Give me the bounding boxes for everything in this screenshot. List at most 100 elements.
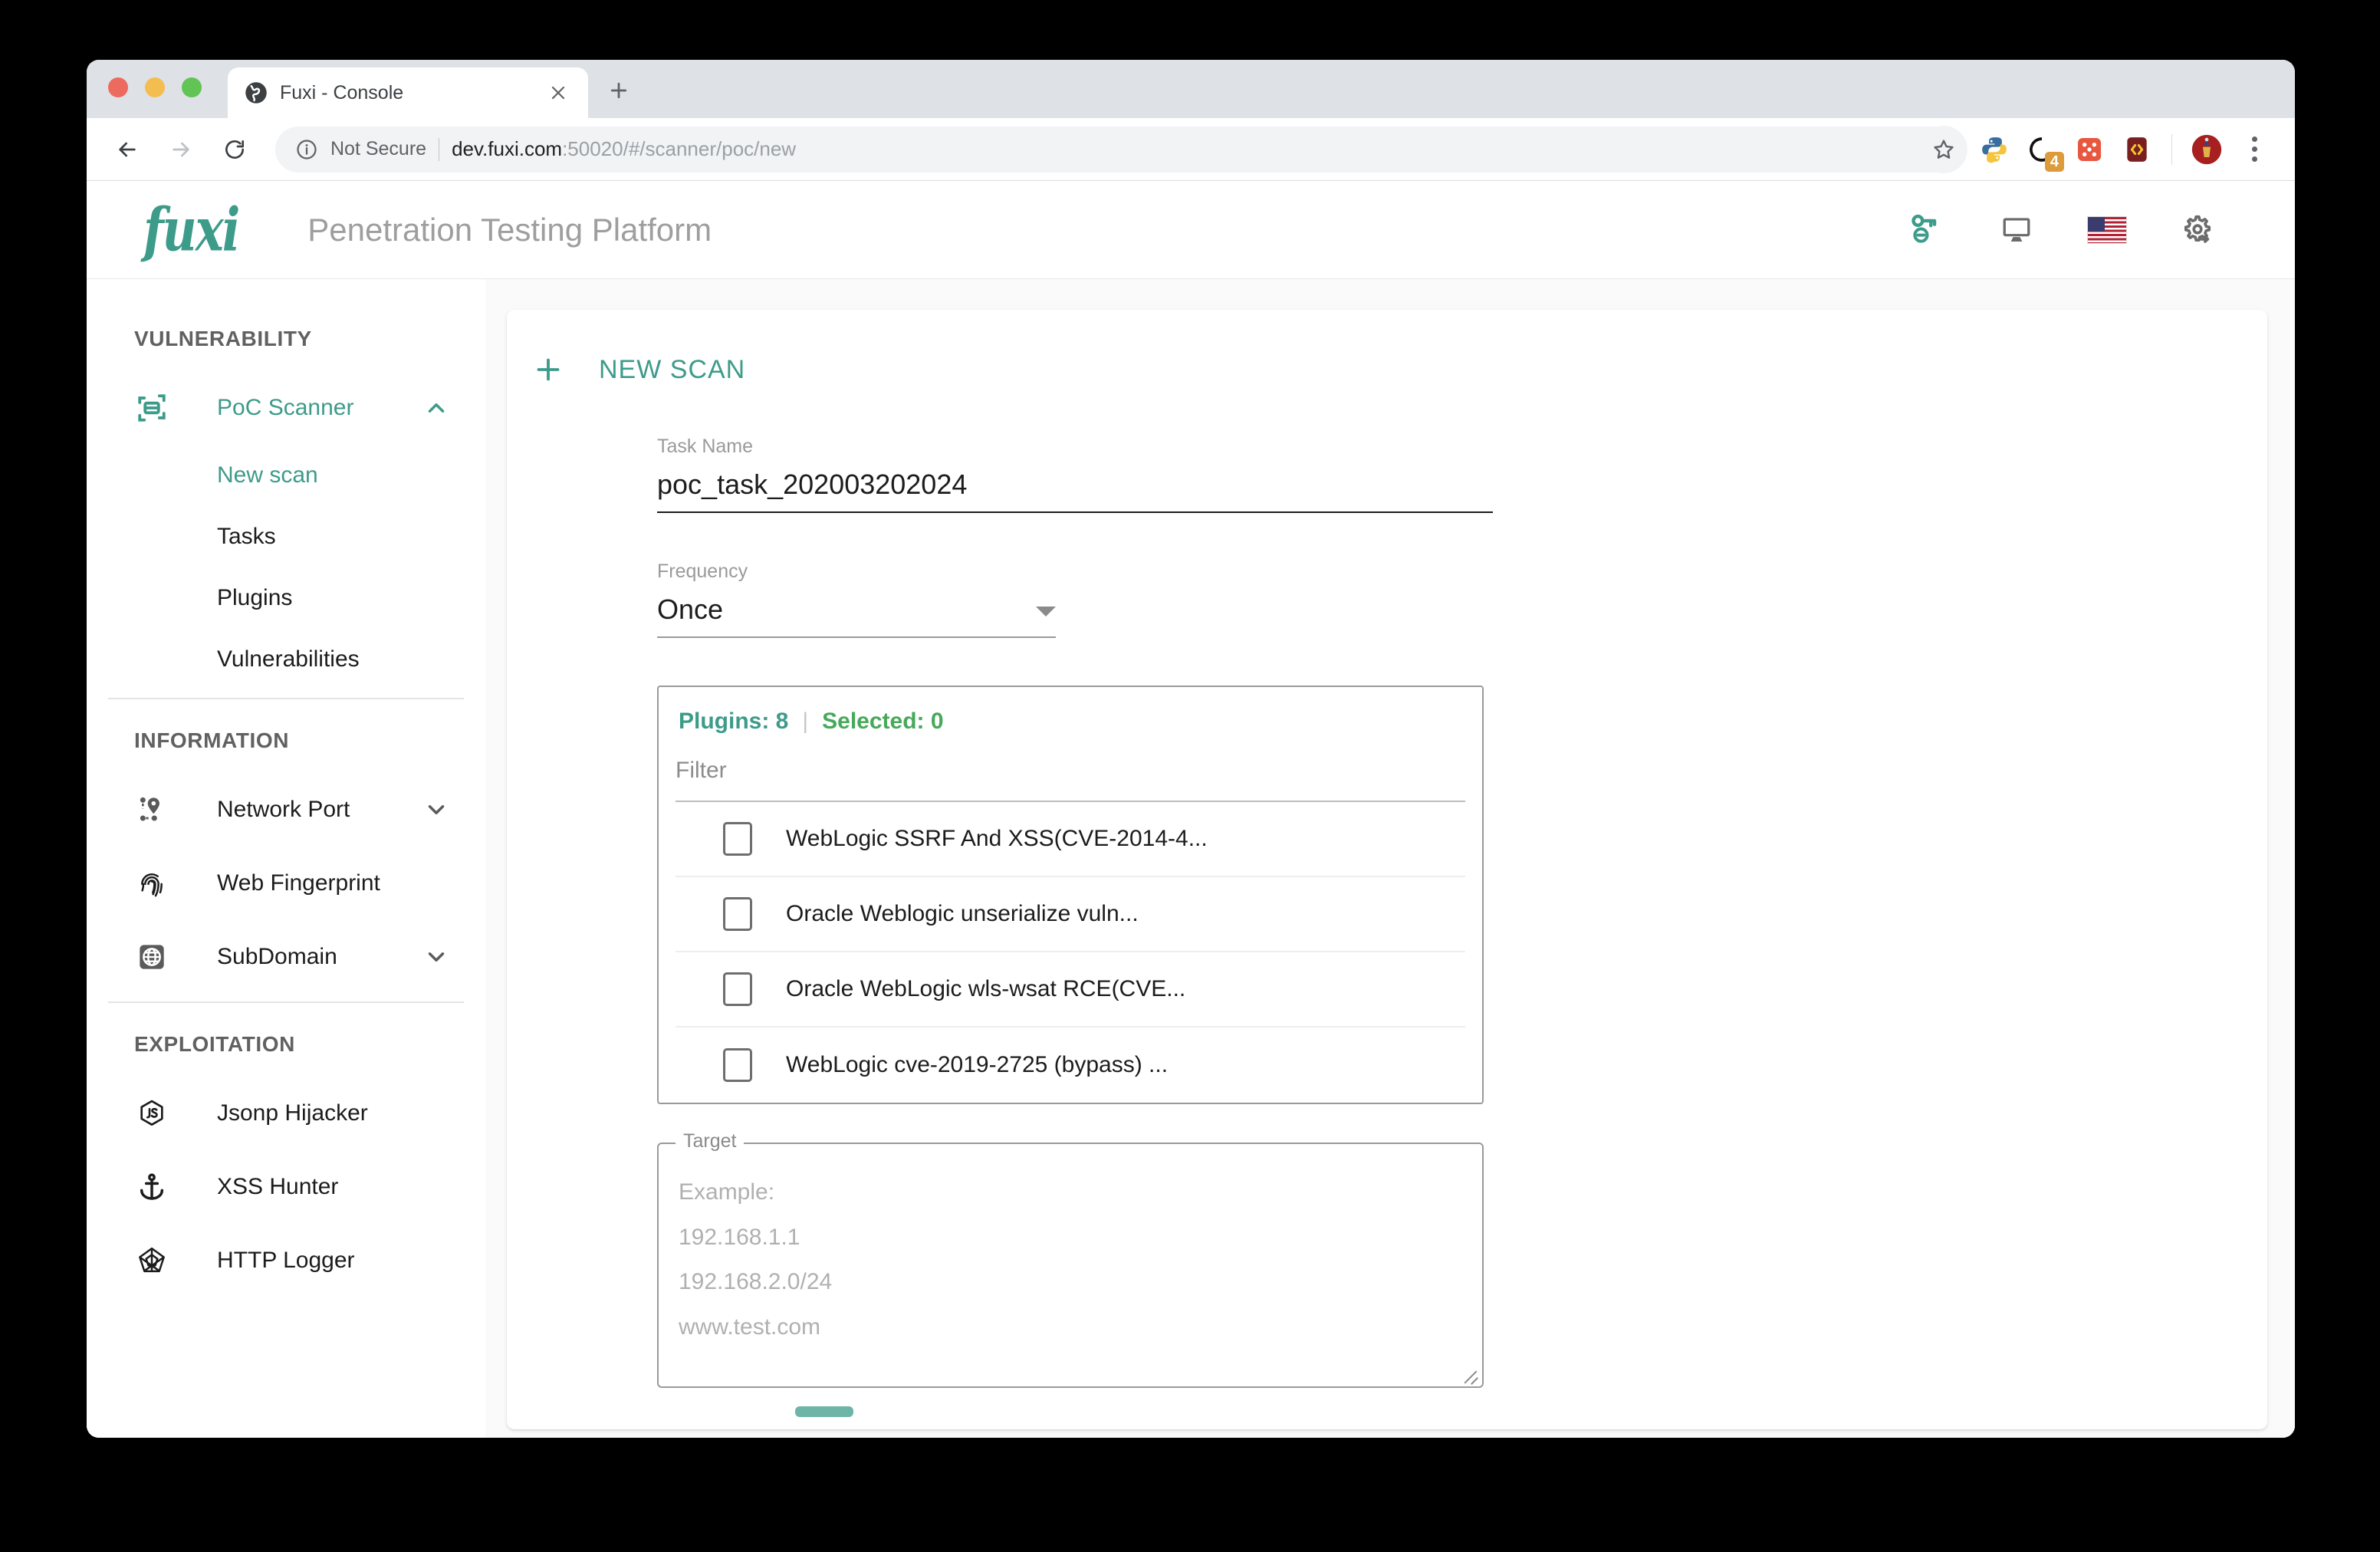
sidebar-item-label: Network Port [217,797,350,822]
target-placeholder-line: 192.168.1.1 [679,1224,800,1250]
plugin-checkbox[interactable] [723,1048,752,1082]
close-window-button[interactable] [108,77,128,97]
sidebar-item-poc-scanner[interactable]: PoC Scanner [87,371,485,445]
reload-icon[interactable] [211,126,258,173]
plugin-row[interactable]: WebLogic SSRF And XSS(CVE-2014-4... [676,802,1465,877]
star-icon[interactable] [1920,125,1967,173]
task-name-field[interactable]: Task Name poc_task_202003202024 [657,436,1493,513]
frequency-label: Frequency [657,561,748,582]
sidebar-item-label: SubDomain [217,944,337,969]
sidebar-item-plugins[interactable]: Plugins [87,567,485,629]
sidebar-item-label: HTTP Logger [217,1248,355,1273]
sidebar-item-jsonp-hijacker[interactable]: Jsonp Hijacker [87,1077,485,1150]
sidebar-item-web-fingerprint[interactable]: Web Fingerprint [87,847,485,920]
target-textarea[interactable]: Example: 192.168.1.1 192.168.2.0/24 www.… [679,1170,1462,1350]
flag-graphic [2087,215,2127,244]
sidebar-section-information: INFORMATION [134,728,290,752]
plugin-row[interactable]: Oracle WebLogic wls-wsat RCE(CVE... [676,952,1465,1028]
new-scan-card: NEW SCAN Task Name poc_task_202003202024… [507,310,2267,1429]
network-nodes-icon [134,792,169,827]
app-logo[interactable]: fuxi [143,195,240,265]
toolbar-divider [2171,133,2172,165]
app-body: VULNERABILITY PoC Scanner New scan Tasks [87,279,2295,1438]
js-hexagon-icon [134,1096,169,1131]
python-extension-icon[interactable] [1974,129,2015,170]
plugins-summary: Plugins: 8 | Selected: 0 [659,687,1482,755]
sidebar-section-vulnerability: VULNERABILITY [134,327,312,350]
chevron-down-icon[interactable] [421,942,452,972]
sidebar-item-label: Jsonp Hijacker [217,1100,368,1126]
maximize-window-button[interactable] [182,77,202,97]
chevron-down-icon[interactable] [421,794,452,825]
dice-extension-icon[interactable] [2069,129,2110,170]
anchor-icon [134,1169,169,1205]
url-path: :50020/#/scanner/poc/new [562,137,797,160]
main-content: NEW SCAN Task Name poc_task_202003202024… [485,279,2295,1438]
chevron-up-icon[interactable] [421,393,452,423]
plugin-name: WebLogic cve-2019-2725 (bypass) ... [786,1052,1169,1077]
sidebar-item-tasks[interactable]: Tasks [87,506,485,567]
plugin-row[interactable]: WebLogic cve-2019-2725 (bypass) ... [676,1028,1465,1103]
sidebar-item-new-scan[interactable]: New scan [87,445,485,506]
task-name-value: poc_task_202003202024 [657,469,968,500]
plugin-row[interactable]: Oracle Weblogic unserialize vuln... [676,877,1465,952]
plugin-name: Oracle WebLogic wls-wsat RCE(CVE... [786,976,1186,1001]
sidebar-item-network-port[interactable]: Network Port [87,773,485,847]
fingerprint-icon [134,866,169,901]
globe-icon [245,81,268,104]
content-scroll-gutter[interactable] [2275,279,2295,1438]
target-placeholder-line: 192.168.2.0/24 [679,1269,833,1294]
close-icon[interactable] [545,80,571,106]
key-link-icon[interactable] [1881,193,1971,267]
sidebar-item-label: Web Fingerprint [217,870,380,896]
sidebar-item-vulnerabilities[interactable]: Vulnerabilities [87,629,485,690]
target-legend: Target [676,1130,745,1152]
app-viewport: fuxi Penetration Testing Platform VULNER… [87,181,2295,1438]
sidebar-divider [108,1001,464,1003]
page-title: Penetration Testing Platform [307,211,712,248]
plugin-checkbox[interactable] [723,822,752,856]
task-name-input[interactable]: poc_task_202003202024 [657,469,1493,513]
quickcheck-extension-icon[interactable]: 4 [2021,129,2064,172]
profile-avatar-icon[interactable] [2186,129,2227,170]
address-bar[interactable]: Not Secure dev.fuxi.com:50020/#/scanner/… [275,126,1958,173]
resize-handle-icon[interactable] [1461,1365,1479,1383]
browser-tab[interactable]: Fuxi - Console [228,67,588,118]
window-controls [108,60,202,118]
sidebar-item-http-logger[interactable]: HTTP Logger [87,1224,485,1297]
plugins-selected-count: Selected: 0 [822,709,944,734]
plugin-checkbox[interactable] [723,972,752,1006]
minimize-window-button[interactable] [145,77,165,97]
sidebar-item-xss-hunter[interactable]: XSS Hunter [87,1150,485,1224]
frequency-value: Once [657,594,724,625]
app-header: fuxi Penetration Testing Platform [87,181,2295,279]
tab-title: Fuxi - Console [280,81,404,104]
info-circle-icon[interactable] [295,138,318,161]
sidebar-item-label: XSS Hunter [217,1174,339,1199]
sidebar-item-subdomain[interactable]: SubDomain [87,920,485,994]
url-host: dev.fuxi.com [452,137,563,160]
forward-arrow-icon [157,126,205,173]
dropdown-caret-icon[interactable] [1036,607,1056,617]
code-brackets-extension-icon[interactable] [2116,129,2158,170]
frequency-field[interactable]: Frequency Once [657,561,1056,638]
scan-frame-icon [134,390,169,426]
card-header: NEW SCAN [507,340,2267,386]
target-field[interactable]: Target Example: 192.168.1.1 192.168.2.0/… [657,1130,1484,1388]
globe-square-icon [134,939,169,975]
monitor-icon[interactable] [1971,193,2062,267]
settings-gear-icon[interactable] [2152,193,2243,267]
plugins-filter-input[interactable]: Filter [676,755,1465,802]
sidebar-section-exploitation: EXPLOITATION [134,1032,295,1056]
us-flag-icon[interactable] [2062,193,2152,267]
plus-icon[interactable] [531,353,565,386]
plugin-name: Oracle Weblogic unserialize vuln... [786,901,1139,926]
plugin-checkbox[interactable] [723,897,752,931]
frequency-select[interactable]: Once [657,594,1056,638]
submit-button[interactable] [795,1406,853,1417]
back-arrow-icon[interactable] [104,126,151,173]
new-tab-button[interactable] [602,74,636,107]
header-actions [1881,193,2243,267]
kebab-menu-icon[interactable] [2234,136,2275,162]
security-status-label: Not Secure [330,138,427,159]
